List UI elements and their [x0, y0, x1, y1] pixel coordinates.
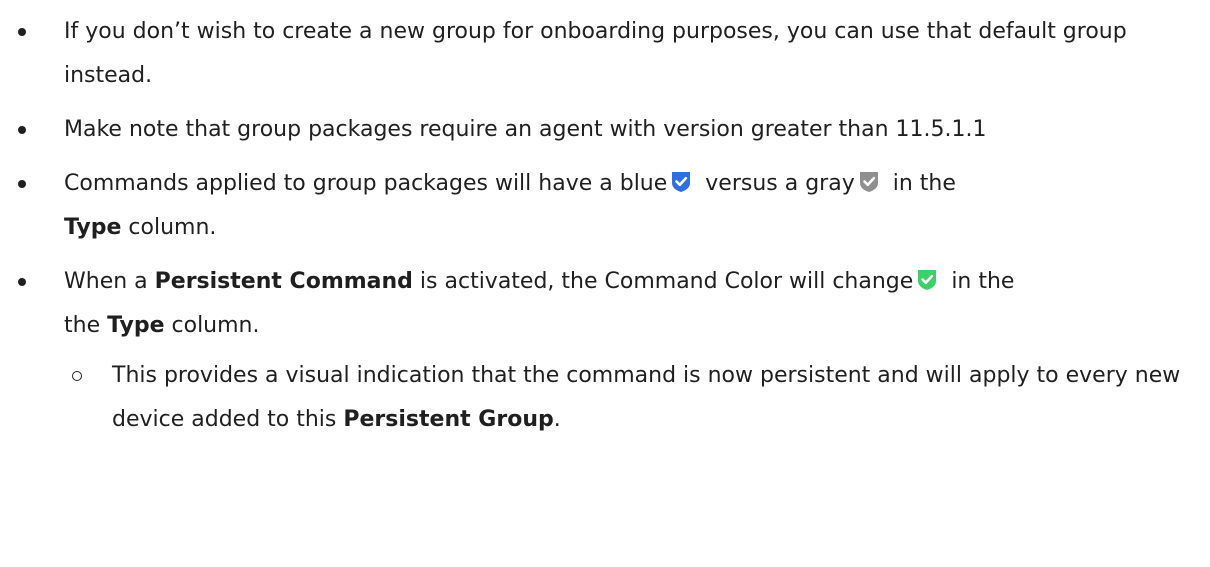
- gray-check-shield-icon: [859, 171, 879, 193]
- sub-list-item-visual-indication: This provides a visual indication that t…: [64, 354, 1200, 442]
- item-text-part1: When a: [64, 269, 148, 294]
- bullet-icon: [18, 278, 26, 286]
- green-check-shield-icon: [917, 269, 937, 291]
- item-text-part3: in the: [951, 269, 1015, 294]
- document-page: If you don’t wish to create a new group …: [0, 10, 1210, 567]
- item-text-part4: column.: [128, 215, 217, 240]
- list-item-persistent-command: When a Persistent Command is activated, …: [0, 260, 1210, 442]
- item-text: Make note that group packages require an…: [64, 117, 987, 142]
- type-label: Type: [107, 313, 165, 338]
- bullet-icon: [18, 126, 26, 134]
- type-label: Type: [64, 215, 122, 240]
- persistent-command-label: Persistent Command: [154, 269, 413, 294]
- sub-item-end: .: [553, 407, 561, 432]
- sub-item-text: This provides a visual indication that t…: [112, 363, 1181, 432]
- blue-check-shield-icon: [671, 171, 691, 193]
- hollow-bullet-icon: [72, 371, 82, 381]
- sub-bullet-list: This provides a visual indication that t…: [64, 354, 1200, 442]
- bullet-icon: [18, 180, 26, 188]
- item-text-part4: column.: [171, 313, 260, 338]
- item-text: If you don’t wish to create a new group …: [64, 19, 1127, 88]
- item-text-the: the: [64, 313, 108, 338]
- bullet-icon: [18, 28, 26, 36]
- list-item-agent-version: Make note that group packages require an…: [0, 108, 1210, 152]
- item-text-part1: Commands applied to group packages will …: [64, 171, 668, 196]
- list-item-command-colors: Commands applied to group packages will …: [0, 162, 1210, 250]
- item-text-part3: in the: [892, 171, 956, 196]
- item-text-part2: versus a gray: [705, 171, 855, 196]
- item-text-part2: is activated, the Command Color will cha…: [419, 269, 914, 294]
- persistent-group-label: Persistent Group: [343, 407, 554, 432]
- list-item-default-group: If you don’t wish to create a new group …: [0, 10, 1210, 98]
- bullet-list: If you don’t wish to create a new group …: [0, 10, 1210, 442]
